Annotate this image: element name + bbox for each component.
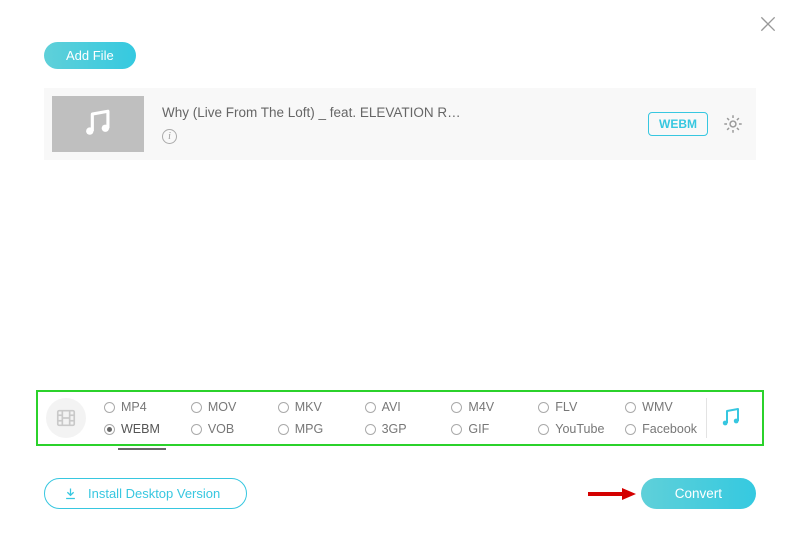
install-desktop-button[interactable]: Install Desktop Version <box>44 478 247 509</box>
install-desktop-label: Install Desktop Version <box>88 486 220 501</box>
filmstrip-icon[interactable] <box>46 398 86 438</box>
file-card: Why (Live From The Loft) _ feat. ELEVATI… <box>44 88 756 160</box>
format-option-3gp[interactable]: 3GP <box>365 422 446 436</box>
info-icon[interactable]: i <box>162 129 177 144</box>
file-meta: Why (Live From The Loft) _ feat. ELEVATI… <box>162 105 648 144</box>
format-option-mov[interactable]: MOV <box>191 400 272 414</box>
format-option-m4v[interactable]: M4V <box>451 400 532 414</box>
format-option-mp4[interactable]: MP4 <box>104 400 185 414</box>
file-thumbnail <box>52 96 144 152</box>
format-option-gif[interactable]: GIF <box>451 422 532 436</box>
format-grid: MP4 MOV MKV AVI M4V FLV WMV WEBM VOB MPG… <box>104 400 706 436</box>
format-option-mkv[interactable]: MKV <box>278 400 359 414</box>
format-option-vob[interactable]: VOB <box>191 422 272 436</box>
selected-format-underline <box>118 448 166 450</box>
close-icon[interactable] <box>758 14 778 34</box>
download-icon <box>63 486 78 501</box>
music-note-icon <box>81 107 115 141</box>
format-option-mpg[interactable]: MPG <box>278 422 359 436</box>
annotation-arrow-icon <box>588 488 636 500</box>
format-option-youtube[interactable]: YouTube <box>538 422 619 436</box>
format-option-webm[interactable]: WEBM <box>104 422 185 436</box>
gear-icon[interactable] <box>722 113 744 135</box>
add-file-button[interactable]: Add File <box>44 42 136 69</box>
format-badge[interactable]: WEBM <box>648 112 708 136</box>
format-option-flv[interactable]: FLV <box>538 400 619 414</box>
file-title: Why (Live From The Loft) _ feat. ELEVATI… <box>162 105 648 120</box>
format-option-wmv[interactable]: WMV <box>625 400 706 414</box>
format-panel: MP4 MOV MKV AVI M4V FLV WMV WEBM VOB MPG… <box>36 390 764 446</box>
format-option-facebook[interactable]: Facebook <box>625 422 706 436</box>
format-option-avi[interactable]: AVI <box>365 400 446 414</box>
audio-tab-icon[interactable] <box>706 398 754 438</box>
convert-button[interactable]: Convert <box>641 478 756 509</box>
